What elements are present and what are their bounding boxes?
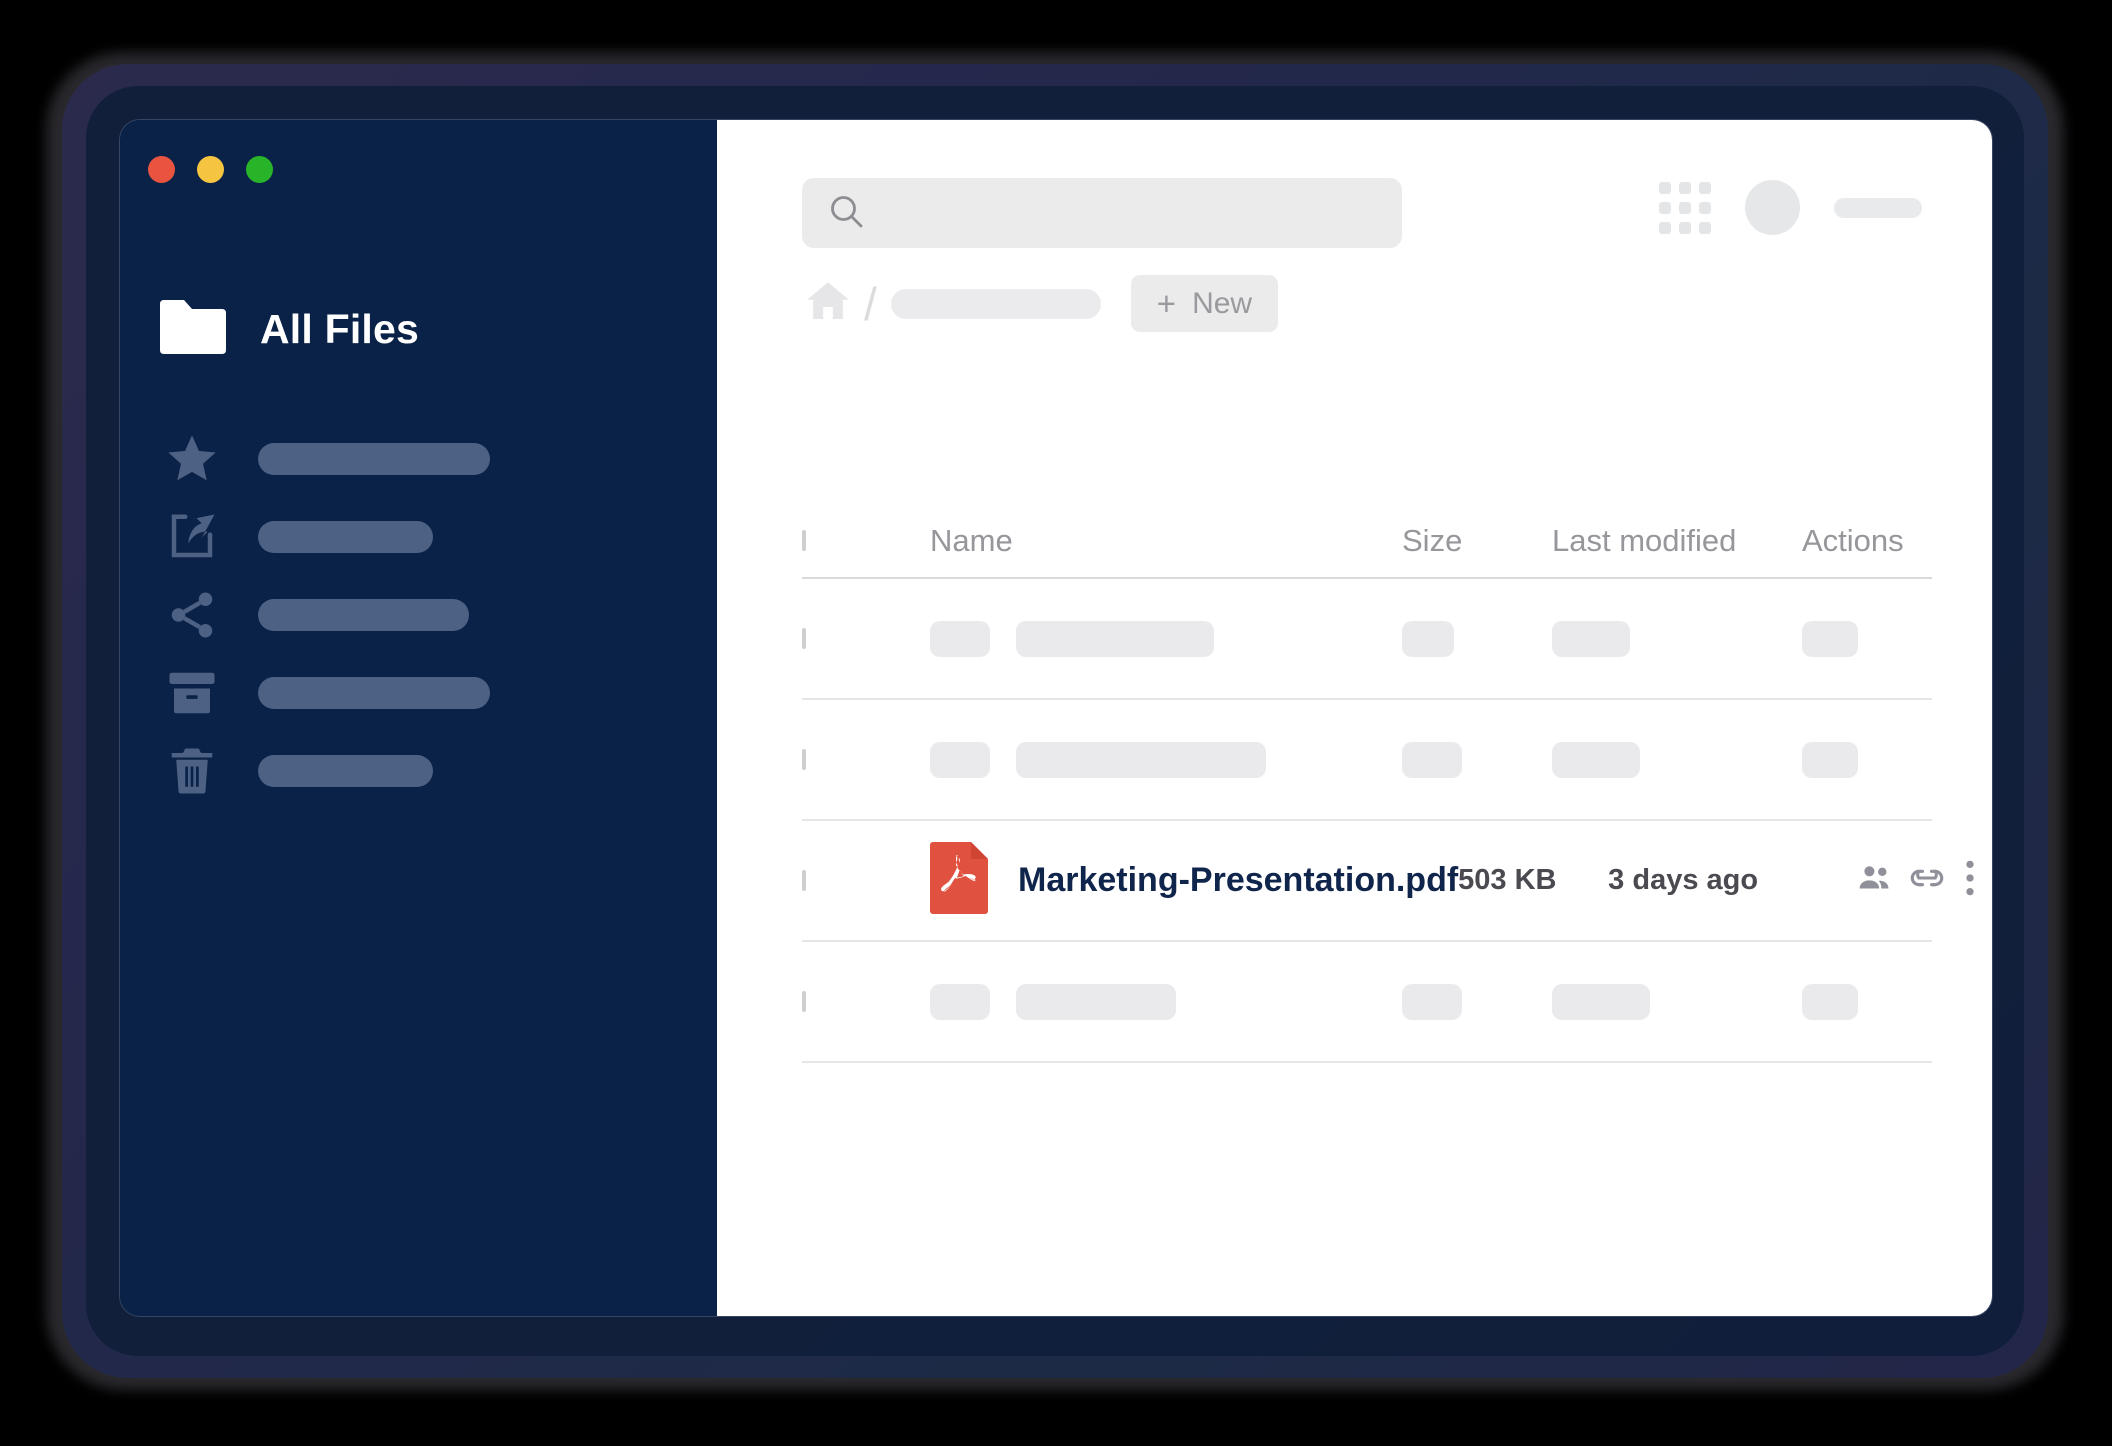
file-name[interactable]: Marketing-Presentation.pdf bbox=[1018, 861, 1458, 900]
grid-apps-icon[interactable] bbox=[1659, 181, 1711, 234]
table-row-marketing-presentation[interactable]: Marketing-Presentation.pdf 503 KB 3 days… bbox=[802, 821, 1974, 942]
home-icon[interactable] bbox=[802, 277, 854, 330]
search-bar[interactable] bbox=[802, 178, 1402, 248]
avatar[interactable] bbox=[1745, 180, 1800, 235]
file-modified-placeholder bbox=[1552, 741, 1640, 778]
pdf-file-icon bbox=[930, 842, 988, 919]
file-size-placeholder bbox=[1402, 620, 1454, 657]
file-size-placeholder bbox=[1402, 741, 1462, 778]
row-checkbox[interactable] bbox=[802, 990, 806, 1012]
select-all-cell bbox=[802, 530, 930, 551]
file-modified-placeholder bbox=[1552, 620, 1630, 657]
folder-icon bbox=[160, 300, 226, 359]
breadcrumb-separator: / bbox=[864, 277, 877, 330]
sidebar-nav bbox=[160, 420, 680, 810]
row-actions bbox=[1858, 859, 1988, 902]
search-input[interactable] bbox=[866, 178, 1402, 248]
column-header-last-modified[interactable]: Last modified bbox=[1552, 523, 1802, 559]
row-checkbox[interactable] bbox=[802, 627, 806, 649]
header-actions bbox=[1659, 180, 1922, 235]
file-size: 503 KB bbox=[1458, 864, 1557, 896]
sidebar-item-label bbox=[258, 755, 433, 787]
sidebar-item-label bbox=[258, 677, 490, 709]
sidebar: All Files bbox=[120, 120, 717, 1316]
file-actions-placeholder bbox=[1802, 983, 1858, 1020]
sidebar-item-shared-out[interactable] bbox=[160, 498, 680, 576]
table-row[interactable] bbox=[802, 579, 1932, 700]
app-window: All Files / + New Name Size Last modifie… bbox=[120, 120, 1992, 1316]
plus-icon: + bbox=[1156, 285, 1177, 322]
row-checkbox[interactable] bbox=[802, 748, 806, 770]
sidebar-item-archive[interactable] bbox=[160, 654, 680, 732]
column-header-name[interactable]: Name bbox=[930, 523, 1402, 559]
file-table: Name Size Last modified Actions Marketin… bbox=[802, 505, 1974, 1063]
file-icon-placeholder bbox=[930, 620, 990, 657]
maximize-window-button[interactable] bbox=[246, 156, 273, 183]
sidebar-item-label bbox=[258, 599, 469, 631]
search-icon bbox=[826, 191, 866, 236]
kebab-menu-icon[interactable] bbox=[1962, 859, 1978, 902]
table-row[interactable] bbox=[802, 700, 1932, 821]
file-modified: 3 days ago bbox=[1608, 864, 1759, 896]
breadcrumb: / + New bbox=[802, 275, 1279, 332]
minimize-window-button[interactable] bbox=[197, 156, 224, 183]
export-icon bbox=[160, 507, 224, 567]
file-icon-placeholder bbox=[930, 741, 990, 778]
breadcrumb-current[interactable] bbox=[890, 288, 1101, 319]
file-size-placeholder bbox=[1402, 983, 1462, 1020]
file-name-placeholder bbox=[1016, 620, 1214, 657]
close-window-button[interactable] bbox=[148, 156, 175, 183]
column-header-actions: Actions bbox=[1802, 523, 1904, 558]
column-header-size[interactable]: Size bbox=[1402, 523, 1552, 559]
archive-icon bbox=[160, 663, 224, 723]
star-icon bbox=[160, 429, 224, 489]
file-modified-placeholder bbox=[1552, 983, 1650, 1020]
sidebar-brand-label: All Files bbox=[260, 306, 420, 352]
row-checkbox[interactable] bbox=[802, 869, 806, 891]
table-header-row: Name Size Last modified Actions bbox=[802, 505, 1932, 579]
new-button-label: New bbox=[1192, 286, 1253, 320]
sidebar-item-label bbox=[258, 521, 433, 553]
file-name-placeholder bbox=[1016, 983, 1176, 1020]
people-icon[interactable] bbox=[1858, 864, 1892, 897]
screenshot-stage: All Files / + New Name Size Last modifie… bbox=[0, 0, 2112, 1446]
sidebar-item-trash[interactable] bbox=[160, 732, 680, 810]
file-actions-placeholder bbox=[1802, 741, 1858, 778]
sidebar-item-label bbox=[258, 443, 490, 475]
link-icon[interactable] bbox=[1910, 864, 1944, 897]
table-row[interactable] bbox=[802, 942, 1932, 1063]
main-panel: / + New Name Size Last modified Actions bbox=[717, 120, 1992, 1316]
sidebar-brand[interactable]: All Files bbox=[160, 300, 419, 359]
file-icon-placeholder bbox=[930, 983, 990, 1020]
sidebar-item-starred[interactable] bbox=[160, 420, 680, 498]
user-name-label bbox=[1834, 197, 1922, 218]
new-button[interactable]: + New bbox=[1130, 275, 1279, 332]
trash-icon bbox=[160, 741, 224, 801]
traffic-lights bbox=[148, 156, 273, 183]
file-name-placeholder bbox=[1016, 741, 1266, 778]
sidebar-item-shared[interactable] bbox=[160, 576, 680, 654]
select-all-checkbox[interactable] bbox=[802, 530, 806, 551]
file-actions-placeholder bbox=[1802, 620, 1858, 657]
share-icon bbox=[160, 585, 224, 645]
